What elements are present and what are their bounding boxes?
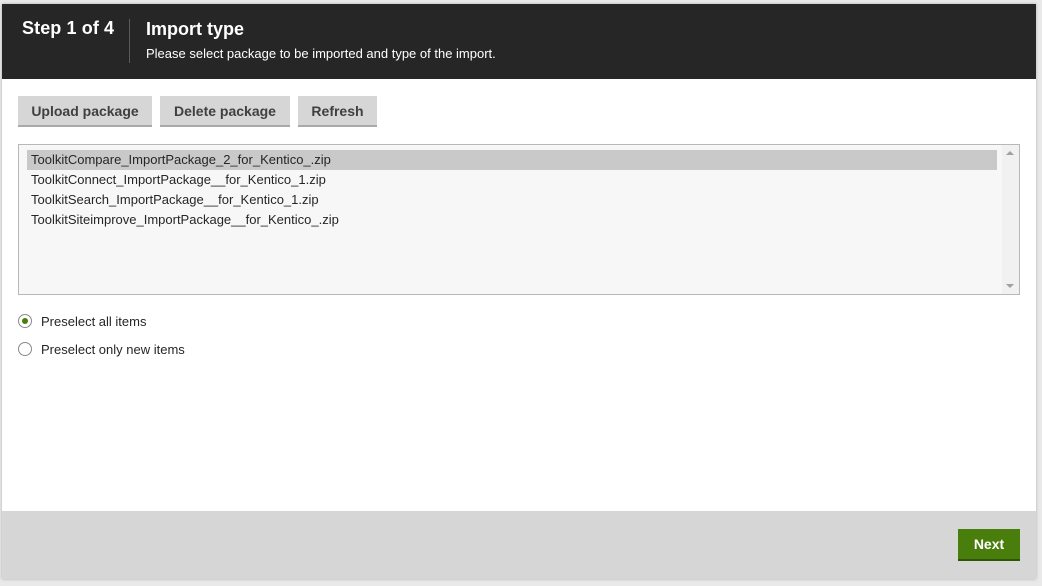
preselect-all-option[interactable]: Preselect all items [18, 311, 146, 331]
list-item[interactable]: ToolkitConnect_ImportPackage__for_Kentic… [27, 170, 997, 190]
page-subtitle: Please select package to be imported and… [146, 46, 496, 61]
upload-package-button[interactable]: Upload package [18, 96, 152, 127]
list-item[interactable]: ToolkitCompare_ImportPackage_2_for_Kenti… [27, 150, 997, 170]
step-indicator: Step 1 of 4 [22, 18, 115, 38]
preselect-new-option[interactable]: Preselect only new items [18, 339, 185, 359]
dialog-footer: Next [2, 511, 1036, 579]
list-item[interactable]: ToolkitSearch_ImportPackage__for_Kentico… [27, 190, 997, 210]
list-scrollbar[interactable] [1002, 145, 1019, 294]
scroll-down-icon[interactable] [1006, 284, 1014, 288]
preselect-all-label: Preselect all items [41, 313, 147, 329]
preselect-new-radio[interactable] [18, 342, 32, 356]
import-dialog: Step 1 of 4 Import type Please select pa… [2, 4, 1036, 579]
scroll-up-icon[interactable] [1006, 151, 1014, 155]
refresh-button[interactable]: Refresh [298, 96, 377, 127]
list-item[interactable]: ToolkitSiteimprove_ImportPackage__for_Ke… [27, 210, 997, 230]
dialog-header: Step 1 of 4 Import type Please select pa… [2, 4, 1036, 79]
package-list-items: ToolkitCompare_ImportPackage_2_for_Kenti… [27, 150, 997, 230]
preselect-all-radio[interactable] [18, 314, 32, 328]
delete-package-button[interactable]: Delete package [160, 96, 290, 127]
page-title: Import type [146, 19, 245, 39]
package-list[interactable]: ToolkitCompare_ImportPackage_2_for_Kenti… [18, 144, 1020, 295]
preselect-new-label: Preselect only new items [41, 341, 185, 357]
next-button[interactable]: Next [958, 529, 1020, 561]
header-divider [129, 19, 130, 63]
